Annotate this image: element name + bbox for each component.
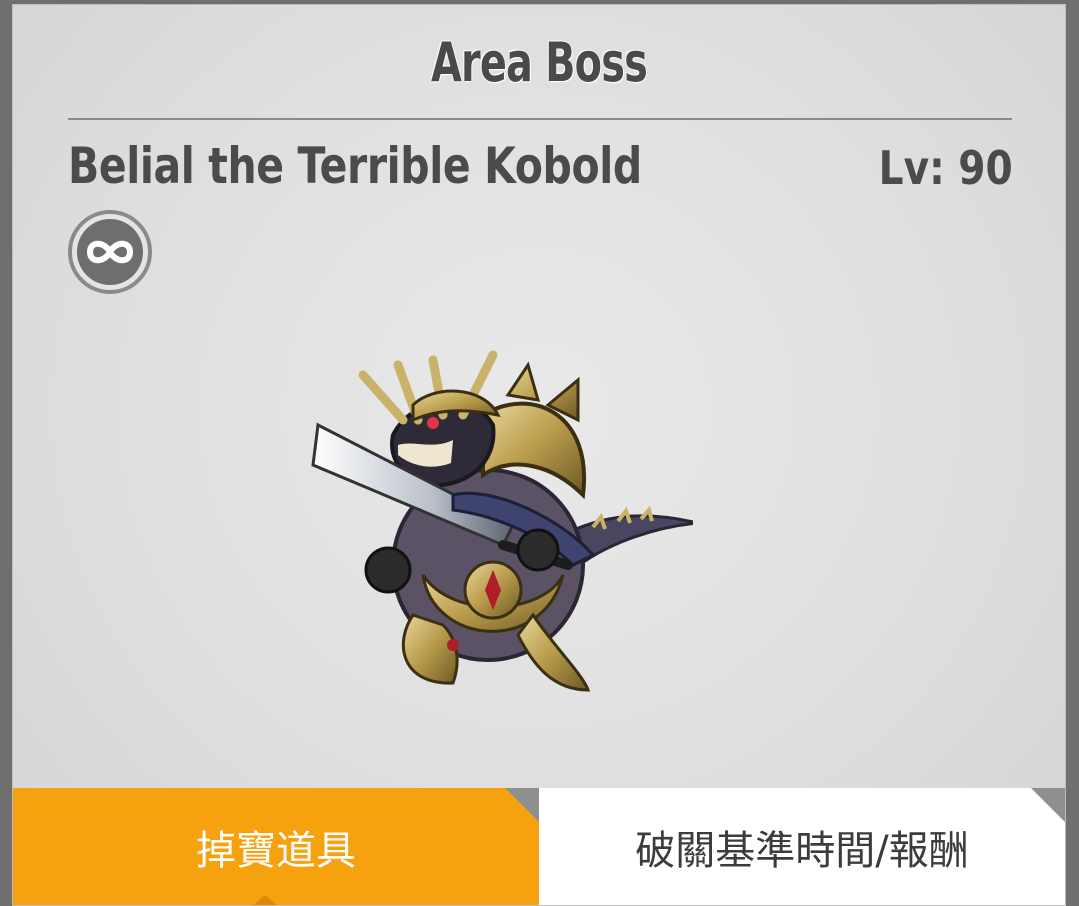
tab-corner-decoration [505, 788, 539, 822]
boss-monster-sprite [311, 350, 693, 692]
infinity-loop-icon [68, 210, 152, 294]
tab-bar: 掉寶道具 破關基準時間/報酬 [13, 788, 1065, 905]
boss-name: Belial the Terrible Kobold [68, 137, 642, 195]
tab-corner-decoration [1031, 788, 1065, 822]
title-divider [68, 118, 1012, 120]
page-title: Area Boss [430, 31, 648, 94]
boss-level: Lv: 90 [878, 141, 1013, 195]
tab-clear-time-rewards[interactable]: 破關基準時間/報酬 [539, 788, 1065, 905]
tab-drop-items[interactable]: 掉寶道具 [13, 788, 539, 905]
tab-drop-items-label: 掉寶道具 [196, 827, 356, 874]
tab-clear-time-rewards-label: 破關基準時間/報酬 [635, 827, 969, 874]
area-boss-panel: Area Boss Belial the Terrible Kobold Lv:… [12, 4, 1066, 906]
active-tab-indicator [251, 895, 279, 905]
